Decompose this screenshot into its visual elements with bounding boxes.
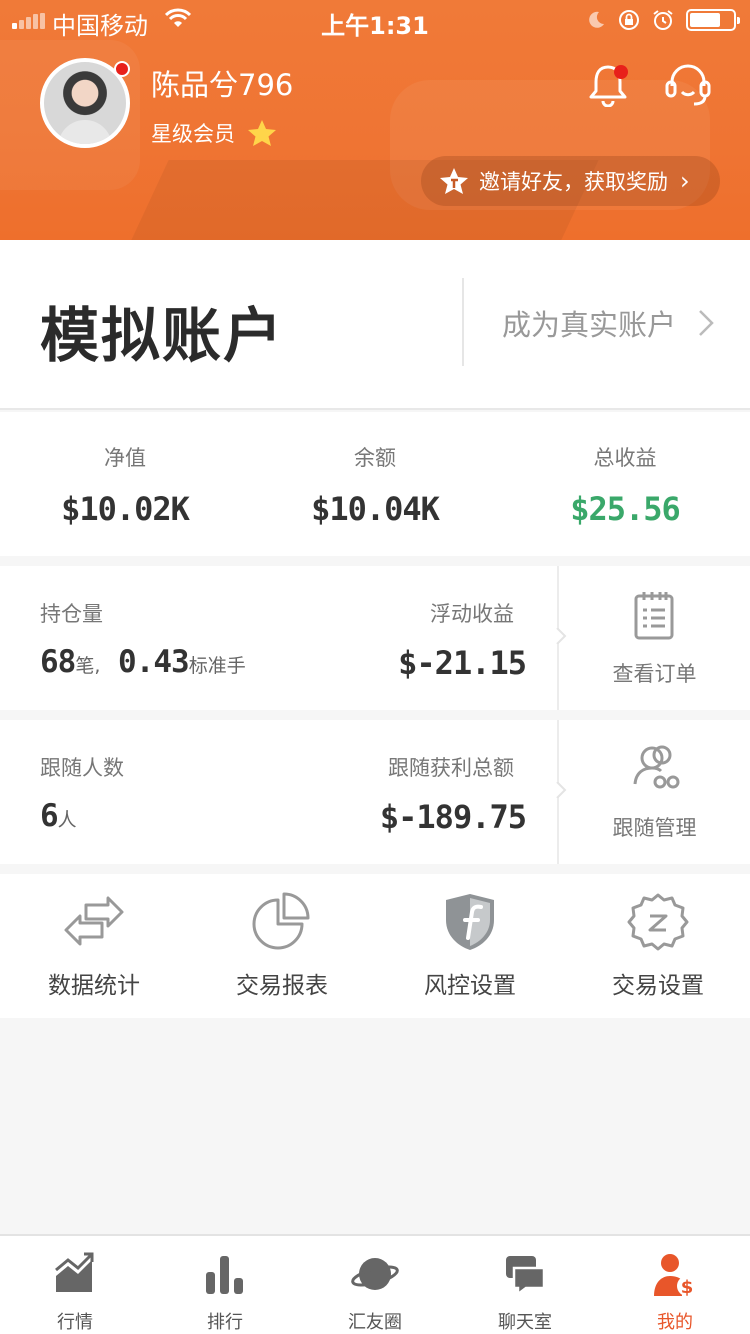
username[interactable]: 陈品兮796: [151, 62, 293, 104]
notification-dot: [614, 65, 628, 79]
tab-circle[interactable]: 汇友圈: [300, 1236, 450, 1334]
follow-profit-label: 跟随获利总额: [388, 756, 514, 780]
positions-label: 持仓量: [40, 602, 103, 626]
stat-label: 净值: [104, 446, 146, 470]
risk-control-label: 风控设置: [424, 973, 516, 999]
chevron-right-icon: ›: [680, 167, 690, 195]
tab-label: 汇友圈: [348, 1312, 402, 1333]
follow-management-button[interactable]: 跟随管理: [559, 720, 750, 864]
stat-label: 总收益: [593, 446, 657, 470]
floating-profit-label: 浮动收益: [430, 602, 514, 626]
invite-friends-button[interactable]: 邀请好友，获取奖励 ›: [421, 156, 720, 206]
stat-label: 余额: [354, 446, 396, 470]
star-badge-icon: [440, 168, 468, 194]
market-chart-icon: [55, 1252, 94, 1292]
followers-count-unit: 人: [57, 809, 77, 831]
positions-count-unit: 笔,: [75, 655, 101, 677]
user-group-icon: [633, 745, 680, 789]
chat-bubbles-icon: [506, 1256, 546, 1296]
tab-label: 行情: [57, 1312, 93, 1333]
moon-icon: [589, 11, 604, 28]
avatar-status-dot: [114, 61, 130, 77]
tab-chatroom[interactable]: 聊天室: [450, 1236, 600, 1334]
pie-chart-icon: [252, 892, 310, 950]
stat-total-profit: 总收益 $25.56: [500, 442, 750, 528]
follow-management-label: 跟随管理: [612, 816, 697, 840]
user-dollar-icon: $: [654, 1254, 697, 1298]
profile-header: 中国移动 上午1:31 陈品兮796 星级会员 邀请好友，获取奖励 ›: [0, 0, 750, 240]
tab-ranking[interactable]: 排行: [150, 1236, 300, 1334]
member-level-label: 星级会员: [151, 122, 235, 146]
positions-lots-unit: 标准手: [188, 655, 246, 677]
followers-label: 跟随人数: [40, 756, 124, 780]
screen: 中国移动 上午1:31 陈品兮796 星级会员 邀请好友，获取奖励 › 模拟账户…: [0, 0, 750, 1334]
rotation-lock-icon: [619, 10, 639, 30]
divider: [462, 278, 464, 366]
followers-value: 6人: [40, 798, 77, 834]
invite-label: 邀请好友，获取奖励: [479, 170, 668, 194]
view-orders-button[interactable]: 查看订单: [559, 566, 750, 710]
stat-value: $25.56: [570, 490, 681, 528]
followers-count: 6: [40, 798, 59, 834]
floating-profit-value: $-21.15: [398, 644, 527, 682]
trade-settings-button[interactable]: 交易设置: [564, 874, 750, 1018]
positions-lots: 0.43: [118, 644, 190, 680]
stat-value: $10.04K: [311, 490, 440, 528]
tab-label: 排行: [207, 1312, 243, 1333]
tab-mine[interactable]: $ 我的: [600, 1236, 750, 1334]
tab-label: 聊天室: [498, 1312, 552, 1333]
customer-service-icon[interactable]: [664, 62, 712, 108]
data-statistics-button[interactable]: 数据统计: [0, 874, 188, 1018]
battery-icon: [686, 9, 740, 31]
become-real-account-label: 成为真实账户: [502, 308, 677, 342]
trade-settings-label: 交易设置: [612, 973, 704, 999]
account-section: 模拟账户 成为真实账户: [0, 240, 750, 410]
positions-card[interactable]: 持仓量 68笔, 0.43标准手 浮动收益 $-21.15 查看订单: [0, 566, 750, 710]
status-bar: 中国移动 上午1:31: [0, 0, 750, 40]
positions-count: 68: [40, 644, 76, 680]
tab-label: 我的: [657, 1312, 693, 1333]
data-statistics-label: 数据统计: [48, 973, 140, 999]
clipboard-list-icon: [634, 592, 674, 640]
stat-value: $10.02K: [61, 490, 190, 528]
stat-net-value: 净值 $10.02K: [0, 442, 250, 528]
chevron-right-icon: [699, 310, 714, 336]
ranking-bars-icon: [206, 1256, 243, 1294]
alarm-icon: [653, 10, 673, 30]
risk-control-button[interactable]: 风控设置: [376, 874, 564, 1018]
star-icon: [248, 120, 276, 146]
shield-f-icon: [446, 894, 494, 950]
trade-report-label: 交易报表: [236, 973, 328, 999]
view-orders-label: 查看订单: [612, 662, 697, 686]
svg-text:$: $: [681, 1277, 694, 1298]
followers-card[interactable]: 跟随人数 6人 跟随获利总额 $-189.75 跟随管理: [0, 720, 750, 864]
planet-icon: [351, 1258, 399, 1290]
tools-grid: 数据统计 交易报表 风控设置 交易设置: [0, 874, 750, 1018]
member-level[interactable]: 星级会员: [151, 118, 277, 148]
tab-market[interactable]: 行情: [0, 1236, 150, 1334]
follow-profit-value: $-189.75: [379, 798, 527, 836]
account-title: 模拟账户: [40, 301, 285, 370]
trade-report-button[interactable]: 交易报表: [188, 874, 376, 1018]
account-stats: 净值 $10.02K 余额 $10.04K 总收益 $25.56: [0, 412, 750, 556]
bottom-tab-bar: 行情 排行 汇友圈 聊天室 $ 我的: [0, 1234, 750, 1334]
swap-arrows-icon: [64, 896, 124, 946]
stat-balance: 余额 $10.04K: [250, 442, 500, 528]
positions-value: 68笔, 0.43标准手: [40, 644, 246, 680]
gear-icon: [627, 893, 689, 951]
become-real-account-link[interactable]: 成为真实账户: [502, 302, 714, 344]
